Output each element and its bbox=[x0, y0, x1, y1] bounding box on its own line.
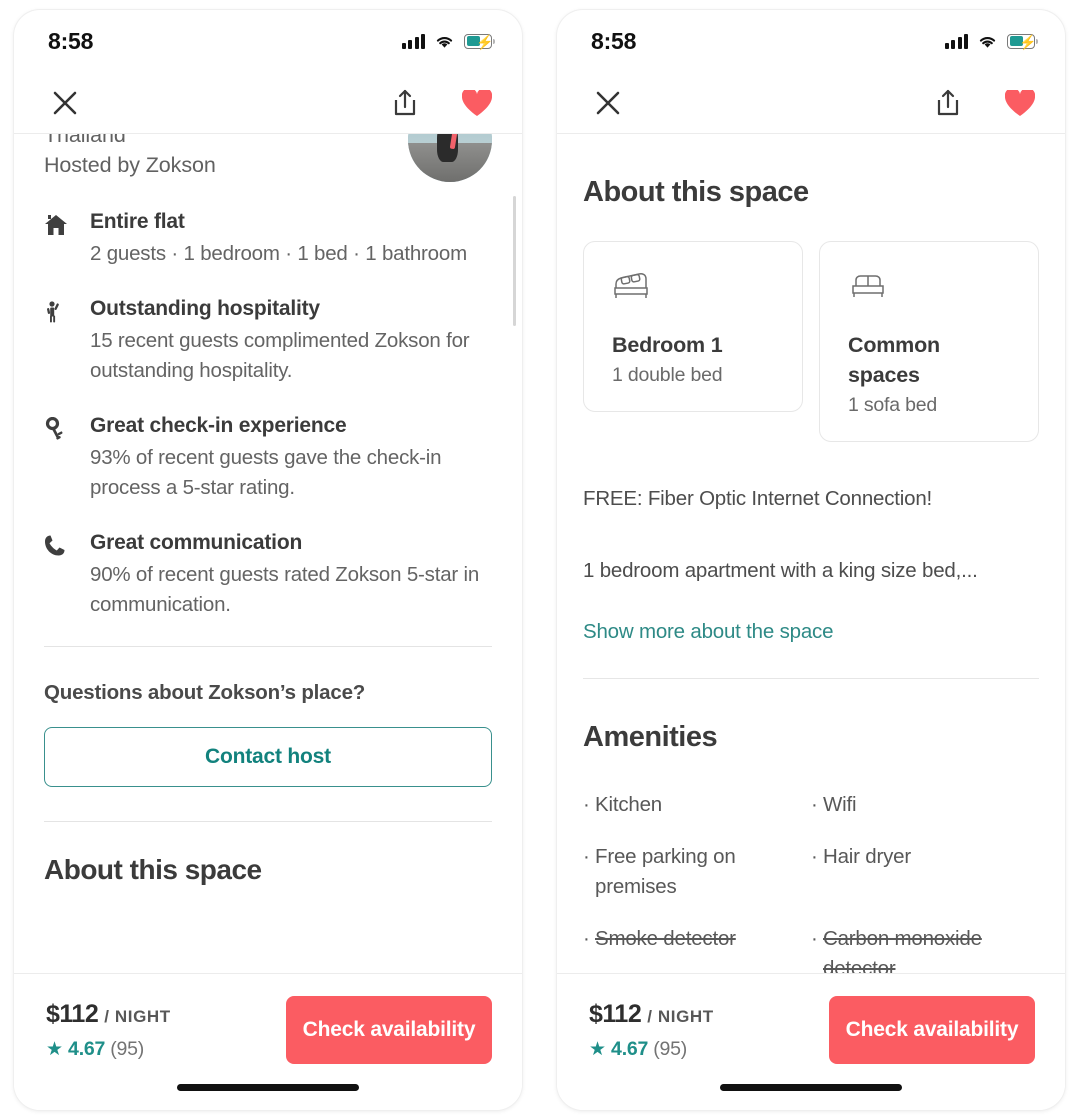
home-indicator-area bbox=[557, 1064, 1065, 1110]
price-amount: $112 bbox=[589, 1000, 642, 1028]
price-bar: $112 / NIGHT ★ 4.67 (95) Check availabil… bbox=[557, 973, 1065, 1064]
questions-title: Questions about Zokson’s place? bbox=[44, 681, 366, 704]
bed-card-detail: 1 double bed bbox=[612, 364, 723, 386]
status-bar: 8:58 ⚡ bbox=[557, 10, 1065, 72]
check-availability-button[interactable]: Check availability bbox=[286, 996, 492, 1064]
feature-list: Entire flat 2 guests · 1 bedroom · 1 bed… bbox=[44, 208, 492, 620]
rating: ★ 4.67 (95) bbox=[46, 1038, 171, 1061]
house-icon bbox=[44, 208, 90, 269]
star-icon: ★ bbox=[46, 1039, 64, 1060]
sofa-bed-icon bbox=[848, 268, 1038, 308]
feature-row: Outstanding hospitality 15 recent guests… bbox=[44, 295, 492, 386]
description-line: FREE: Fiber Optic Internet Connection! bbox=[583, 487, 933, 510]
feature-subtitle: 2 guests · 1 bedroom · 1 bed · 1 bathroo… bbox=[90, 242, 467, 265]
about-this-space-heading: About this space bbox=[583, 176, 809, 208]
listing-location: Thailand bbox=[44, 134, 126, 147]
rating: ★ 4.67 (95) bbox=[589, 1038, 714, 1061]
bed-card-title: Bedroom 1 bbox=[612, 333, 723, 357]
status-bar-icons: ⚡ bbox=[944, 33, 1038, 49]
amenity-item: Hair dryer bbox=[811, 842, 1038, 902]
about-this-space-heading: About this space bbox=[44, 854, 262, 885]
bed-card[interactable]: Bedroom 1 1 double bed bbox=[583, 241, 803, 412]
phone-icon bbox=[44, 529, 90, 620]
feature-title: Great check-in experience bbox=[90, 414, 347, 437]
nav-bar bbox=[14, 72, 522, 134]
bed-card-title: Common spaces bbox=[848, 333, 940, 387]
amenity-item-unavailable: Smoke detector bbox=[583, 924, 810, 973]
status-bar-clock: 8:58 bbox=[591, 27, 637, 54]
nav-bar bbox=[557, 72, 1065, 134]
check-availability-button[interactable]: Check availability bbox=[829, 996, 1035, 1064]
battery-charging-icon: ⚡ bbox=[1007, 33, 1038, 49]
rating-value: 4.67 bbox=[68, 1038, 106, 1060]
wifi-icon bbox=[979, 36, 996, 48]
battery-charging-icon: ⚡ bbox=[464, 33, 495, 49]
price-period: / NIGHT bbox=[647, 1007, 714, 1026]
key-icon bbox=[44, 412, 90, 503]
right-scroll-body[interactable]: About this space Bedroom 1 1 double bed bbox=[557, 134, 1065, 973]
share-icon[interactable] bbox=[931, 86, 965, 120]
status-bar-icons: ⚡ bbox=[401, 33, 495, 49]
bed-card[interactable]: Common spaces 1 sofa bed bbox=[819, 241, 1039, 442]
description-line: 1 bedroom apartment with a king size bed… bbox=[583, 559, 978, 582]
home-indicator[interactable] bbox=[177, 1083, 359, 1091]
amenity-item: Kitchen bbox=[583, 790, 810, 820]
amenities-heading: Amenities bbox=[583, 721, 718, 753]
show-more-link[interactable]: Show more about the space bbox=[583, 620, 1039, 644]
review-count: (95) bbox=[653, 1038, 688, 1060]
left-phone-screen: 8:58 ⚡ Thailand Hosted by Zokson Entire … bbox=[14, 10, 522, 1110]
home-indicator[interactable] bbox=[720, 1083, 902, 1091]
right-phone-screen: 8:58 ⚡ About this space Bedroom 1 1 doub… bbox=[557, 10, 1065, 1110]
wifi-icon bbox=[436, 36, 453, 48]
feature-row: Great check-in experience 93% of recent … bbox=[44, 412, 492, 503]
feature-title: Outstanding hospitality bbox=[90, 297, 320, 320]
feature-subtitle: 93% of recent guests gave the check-in p… bbox=[90, 446, 442, 499]
status-bar-clock: 8:58 bbox=[48, 27, 94, 54]
divider bbox=[44, 646, 492, 647]
star-icon: ★ bbox=[589, 1039, 607, 1060]
feature-title: Great communication bbox=[90, 531, 303, 554]
left-scroll-body[interactable]: Thailand Hosted by Zokson Entire flat 2 … bbox=[14, 134, 522, 973]
price-info: $112 / NIGHT ★ 4.67 (95) bbox=[46, 996, 171, 1061]
amenity-item: Free parking on premises bbox=[583, 842, 810, 902]
divider bbox=[583, 678, 1039, 679]
hosted-by-label: Hosted by Zokson bbox=[44, 153, 216, 177]
price-period: / NIGHT bbox=[104, 1007, 171, 1026]
feature-subtitle: 15 recent guests complimented Zokson for… bbox=[90, 329, 470, 382]
feature-title: Entire flat bbox=[90, 210, 185, 233]
review-count: (95) bbox=[110, 1038, 145, 1060]
price-bar: $112 / NIGHT ★ 4.67 (95) Check availabil… bbox=[14, 973, 522, 1064]
contact-host-button[interactable]: Contact host bbox=[44, 727, 492, 787]
amenities-grid: Kitchen Wifi Free parking on premises Ha… bbox=[583, 790, 1039, 973]
bed-card-detail: 1 sofa bed bbox=[848, 394, 938, 416]
feature-row: Great communication 90% of recent guests… bbox=[44, 529, 492, 620]
home-indicator-area bbox=[14, 1064, 522, 1110]
host-text: Thailand Hosted by Zokson bbox=[44, 134, 216, 180]
heart-filled-icon[interactable] bbox=[460, 86, 494, 120]
host-avatar[interactable] bbox=[408, 134, 492, 182]
share-icon[interactable] bbox=[388, 86, 422, 120]
screenshot-root: 8:58 ⚡ Thailand Hosted by Zokson Entire … bbox=[0, 0, 1080, 1120]
price-info: $112 / NIGHT ★ 4.67 (95) bbox=[589, 996, 714, 1061]
signal-bars-icon bbox=[944, 33, 968, 49]
status-bar: 8:58 ⚡ bbox=[14, 10, 522, 72]
amenity-item-unavailable: Carbon monoxide detector bbox=[811, 924, 1038, 973]
heart-filled-icon[interactable] bbox=[1003, 86, 1037, 120]
close-icon[interactable] bbox=[48, 86, 82, 120]
feature-subtitle: 90% of recent guests rated Zokson 5-star… bbox=[90, 563, 480, 616]
bed-card-list: Bedroom 1 1 double bed Common spaces 1 s… bbox=[583, 241, 1039, 442]
signal-bars-icon bbox=[401, 33, 425, 49]
rating-value: 4.67 bbox=[611, 1038, 649, 1060]
price-amount: $112 bbox=[46, 1000, 99, 1028]
amenity-item: Wifi bbox=[811, 790, 1038, 820]
waving-person-icon bbox=[44, 295, 90, 386]
double-bed-icon bbox=[612, 268, 802, 308]
divider bbox=[44, 821, 492, 822]
scrollbar[interactable] bbox=[513, 196, 516, 326]
feature-row: Entire flat 2 guests · 1 bedroom · 1 bed… bbox=[44, 208, 492, 269]
host-summary: Thailand Hosted by Zokson bbox=[44, 134, 492, 182]
close-icon[interactable] bbox=[591, 86, 625, 120]
